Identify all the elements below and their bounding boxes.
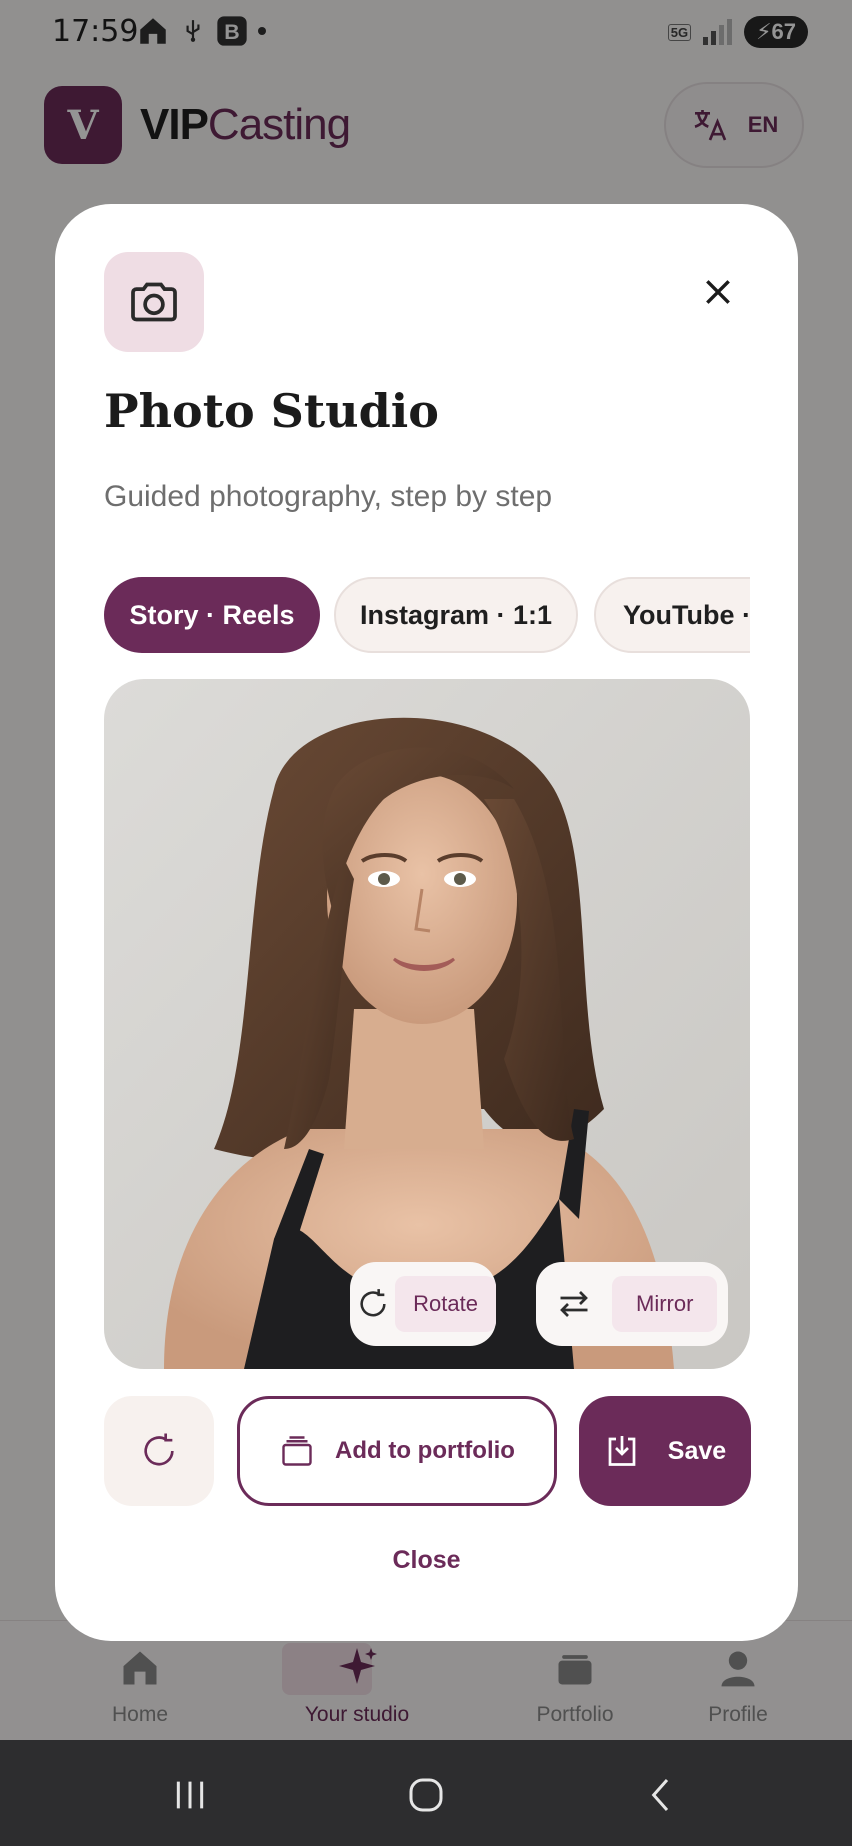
download-icon: [608, 1436, 636, 1466]
camera-tile: [104, 252, 204, 352]
format-chip-youtube[interactable]: YouTube · 16:9: [594, 577, 750, 653]
refresh-icon: [144, 1433, 174, 1466]
format-chip-story-reels[interactable]: Story · Reels: [104, 577, 320, 653]
rotate-button[interactable]: Rotate: [350, 1262, 496, 1346]
circle-home-icon: [409, 1778, 443, 1812]
photo-studio-modal: Photo Studio Guided photography, step by…: [55, 204, 798, 1641]
folder-stack-icon: [282, 1436, 312, 1466]
mirror-button[interactable]: Mirror: [536, 1262, 728, 1346]
save-button[interactable]: Save: [579, 1396, 751, 1506]
add-to-portfolio-label: Add to portfolio: [335, 1437, 515, 1464]
save-label: Save: [667, 1436, 727, 1465]
close-link[interactable]: Close: [55, 1546, 798, 1575]
retake-button[interactable]: [104, 1396, 214, 1506]
camera-icon: [131, 282, 177, 322]
format-chip-instagram[interactable]: Instagram · 1:1: [334, 577, 578, 653]
back-chevron-icon: [651, 1779, 669, 1811]
swap-arrows-icon: [560, 1291, 588, 1317]
rotate-icon: [359, 1289, 386, 1317]
modal-title: Photo Studio: [104, 384, 439, 438]
rotate-label: Rotate: [395, 1276, 496, 1332]
close-icon: [706, 280, 730, 304]
system-back-button[interactable]: [632, 1768, 692, 1822]
recent-apps-button[interactable]: [160, 1768, 220, 1822]
recent-apps-icon: [176, 1781, 204, 1809]
close-modal-button[interactable]: [696, 270, 740, 314]
add-to-portfolio-button[interactable]: Add to portfolio: [237, 1396, 557, 1506]
system-home-button[interactable]: [396, 1768, 456, 1822]
format-selector: Story · Reels Instagram · 1:1 YouTube · …: [104, 577, 750, 655]
mirror-label: Mirror: [612, 1276, 718, 1332]
modal-subtitle: Guided photography, step by step: [104, 480, 553, 513]
